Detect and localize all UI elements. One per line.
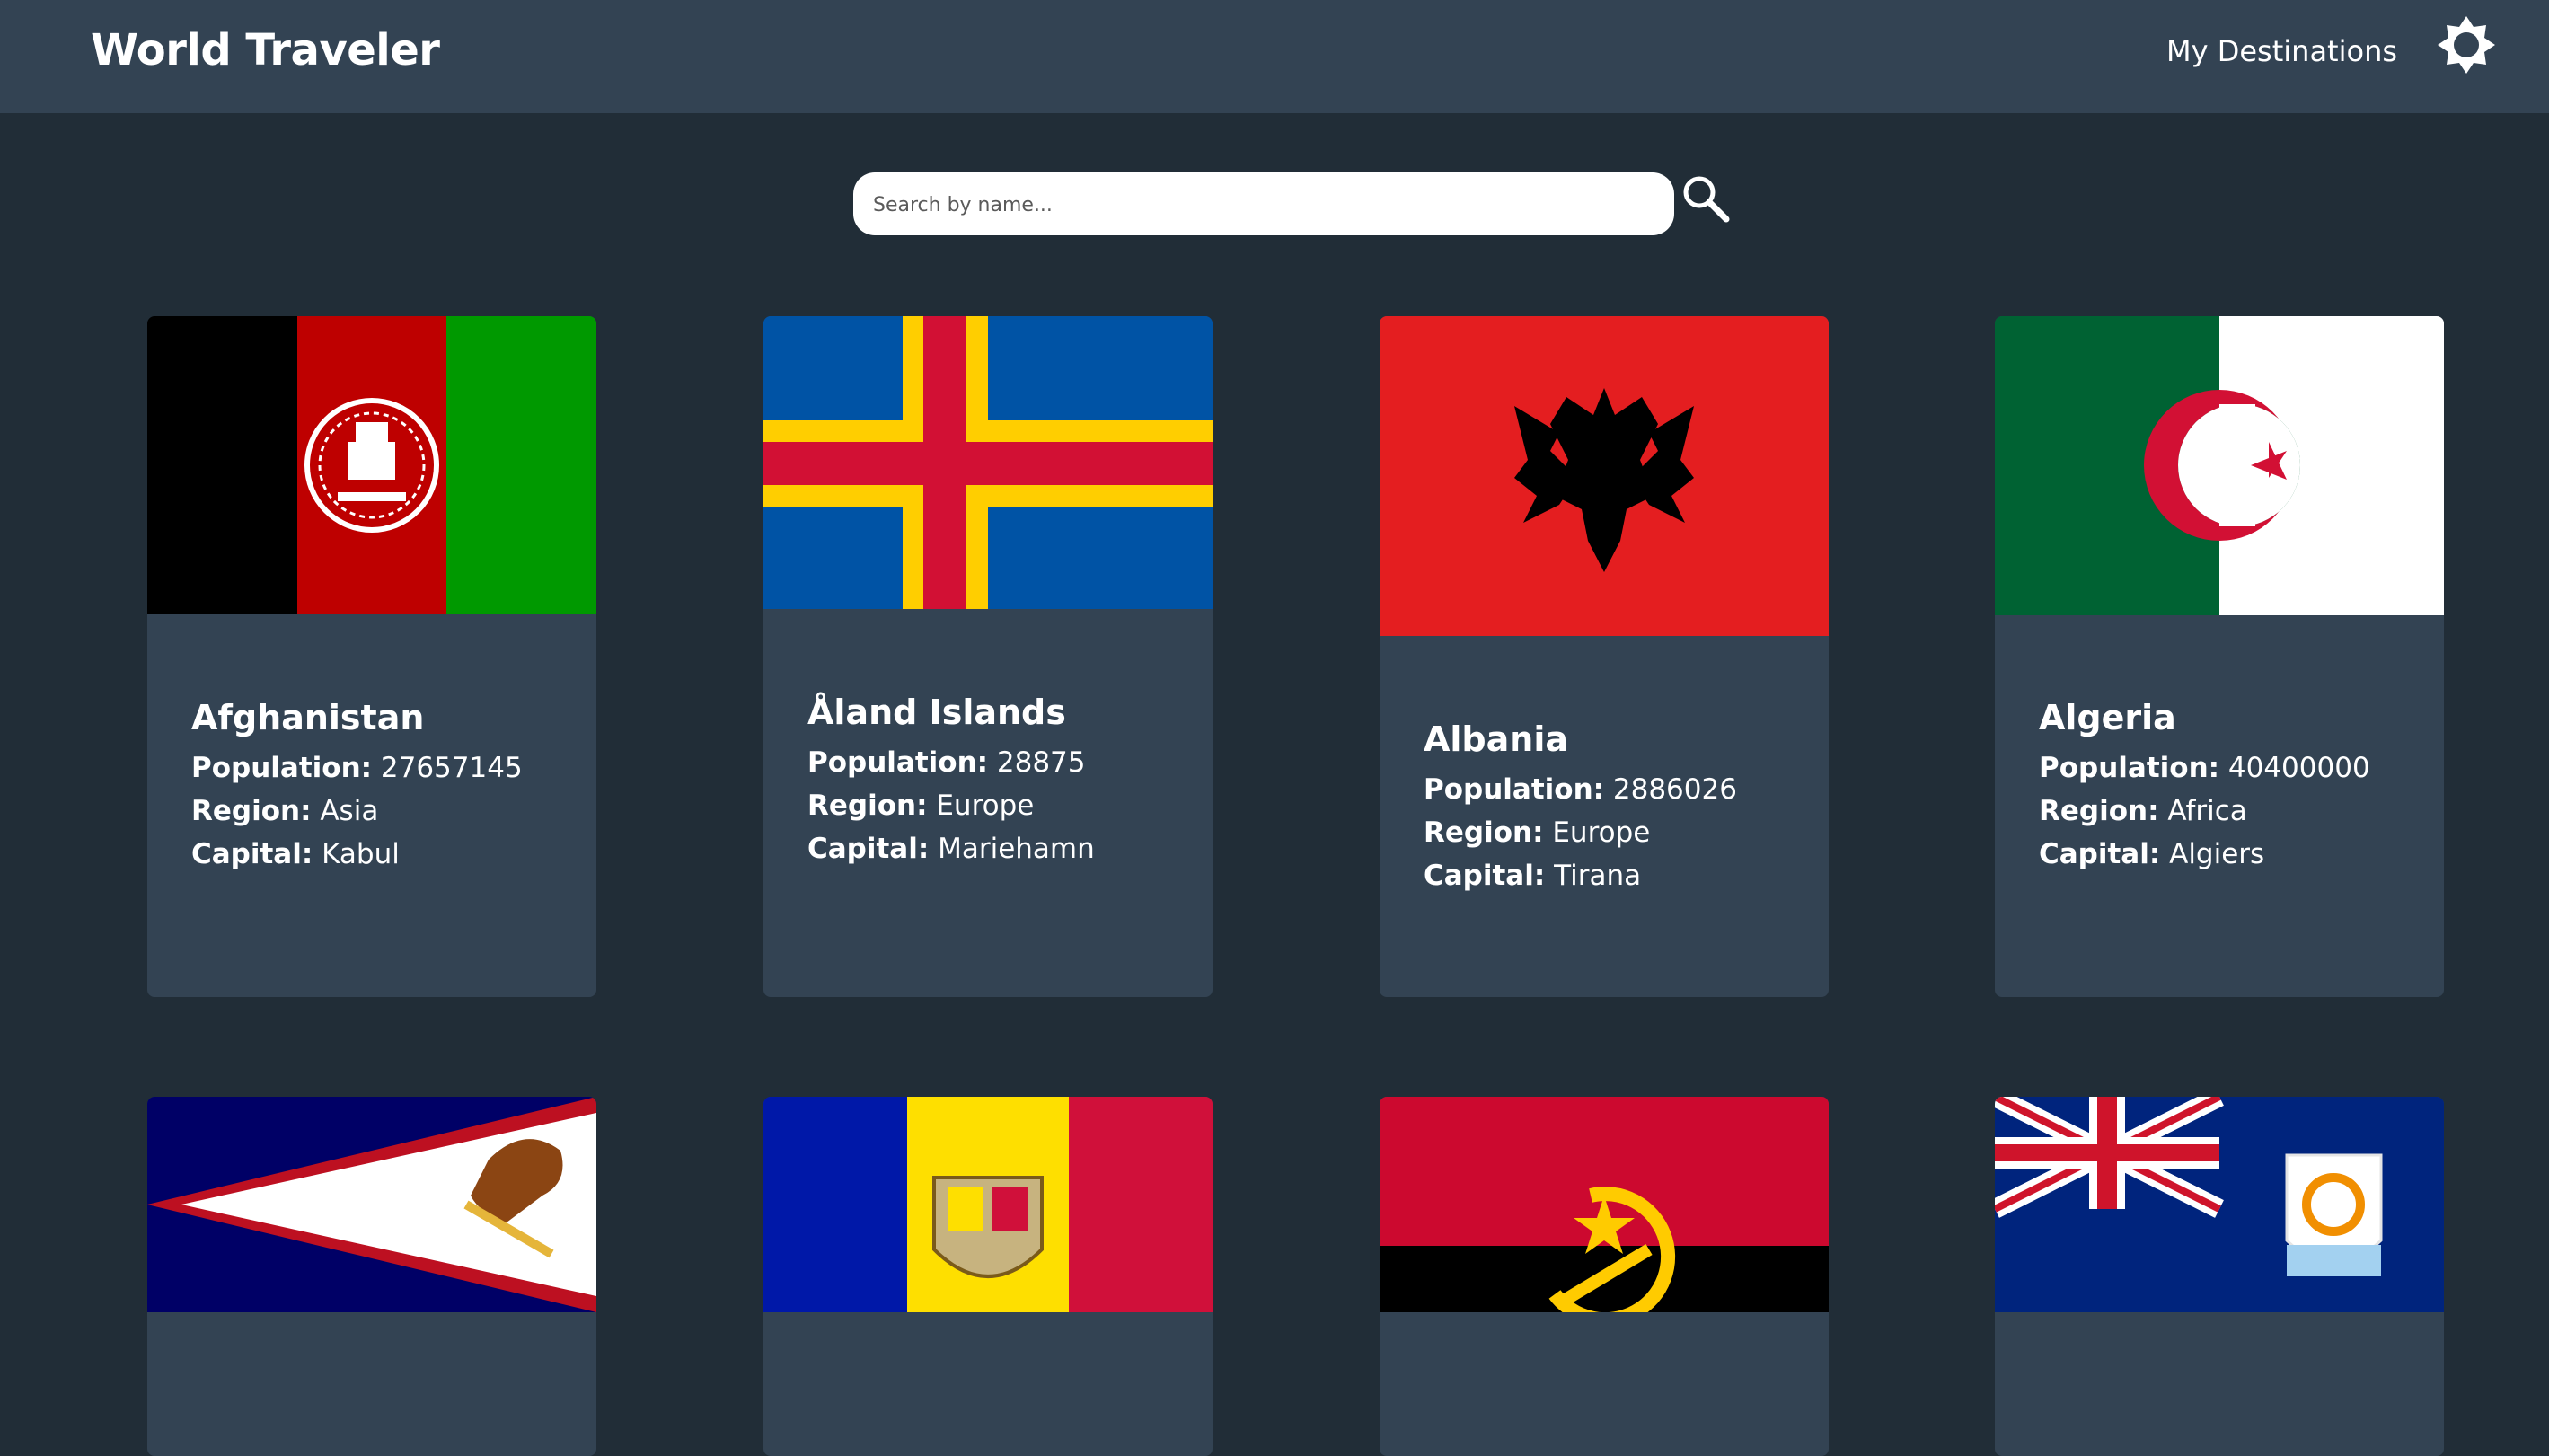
anguilla-flag: [1995, 1097, 2444, 1312]
search-icon[interactable]: [1680, 172, 1732, 225]
card-info: Afghanistan Population: 27657145 Region:…: [191, 698, 523, 876]
population-value: 28875: [996, 746, 1086, 779]
region-value: Europe: [936, 790, 1035, 822]
population-value: 27657145: [380, 752, 523, 784]
population-label: Population:: [807, 746, 989, 779]
population-value: 40400000: [2227, 752, 2370, 784]
capital-label: Capital:: [191, 838, 313, 870]
capital-label: Capital:: [1424, 860, 1546, 892]
sun-icon[interactable]: [2436, 14, 2497, 75]
search-input[interactable]: [871, 172, 1656, 237]
country-card[interactable]: Algeria Population: 40400000 Region: Afr…: [1995, 316, 2444, 997]
population-value: 2886026: [1612, 773, 1737, 806]
country-name: Albania: [1424, 719, 1568, 759]
card-info: Åland Islands Population: 28875 Region: …: [807, 693, 1095, 870]
country-name: Algeria: [2039, 698, 2176, 737]
card-info: Albania Population: 2886026 Region: Euro…: [1424, 719, 1737, 897]
country-card[interactable]: Albania Population: 2886026 Region: Euro…: [1380, 316, 1829, 997]
top-navigation-bar: World Traveler My Destinations: [0, 0, 2549, 113]
capital-label: Capital:: [2039, 838, 2161, 870]
capital-value: Tirana: [1554, 860, 1642, 892]
albania-flag: [1380, 316, 1829, 636]
algeria-flag: [1995, 316, 2444, 615]
country-card[interactable]: Afghanistan Population: 27657145 Region:…: [147, 316, 596, 997]
region-value: Africa: [2167, 795, 2247, 827]
card-info: Algeria Population: 40400000 Region: Afr…: [2039, 698, 2370, 876]
region-label: Region:: [191, 795, 312, 827]
capital-value: Mariehamn: [938, 833, 1095, 865]
population-label: Population:: [2039, 752, 2220, 784]
population-label: Population:: [1424, 773, 1605, 806]
country-name: Åland Islands: [807, 693, 1066, 732]
capital-value: Algiers: [2169, 838, 2265, 870]
region-label: Region:: [2039, 795, 2159, 827]
afghanistan-flag: [147, 316, 596, 614]
capital-value: Kabul: [322, 838, 400, 870]
search-bar: [853, 172, 1674, 237]
country-card[interactable]: [1995, 1097, 2444, 1456]
my-destinations-link[interactable]: My Destinations: [2166, 34, 2397, 68]
country-name: Afghanistan: [191, 698, 425, 737]
american-samoa-flag: [147, 1097, 596, 1312]
angola-flag: [1380, 1097, 1829, 1312]
aland-islands-flag: [763, 316, 1213, 609]
country-card[interactable]: [763, 1097, 1213, 1456]
capital-label: Capital:: [807, 833, 930, 865]
region-value: Europe: [1552, 816, 1651, 849]
region-label: Region:: [1424, 816, 1544, 849]
country-card[interactable]: [147, 1097, 596, 1456]
app-title: World Traveler: [91, 25, 440, 75]
andorra-flag: [763, 1097, 1213, 1312]
country-card[interactable]: [1380, 1097, 1829, 1456]
region-label: Region:: [807, 790, 928, 822]
region-value: Asia: [320, 795, 379, 827]
population-label: Population:: [191, 752, 373, 784]
country-card[interactable]: Åland Islands Population: 28875 Region: …: [763, 316, 1213, 997]
